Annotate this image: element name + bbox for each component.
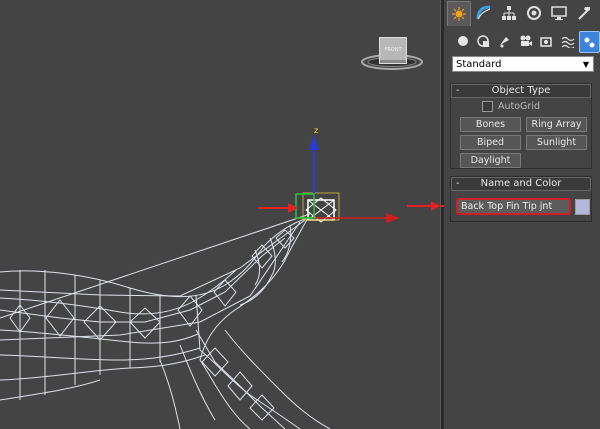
fish-wireframe [0,213,331,429]
viewcube-label: FRONT [384,47,402,53]
geometry-icon[interactable] [453,31,472,51]
name-and-color-title: Name and Color [480,178,562,189]
shapes-icon[interactable] [474,31,493,51]
annotation-arrow-viewport [258,203,298,213]
object-color-swatch[interactable] [575,199,590,215]
object-type-header[interactable]: - Object Type [451,84,591,98]
hierarchy-icon[interactable] [498,1,520,25]
category-dropdown-value: Standard [456,59,502,70]
collapse-icon[interactable]: - [456,85,460,97]
object-type-rollout: - Object Type AutoGrid Bones Ring Array … [450,83,592,169]
ring-array-button[interactable]: Ring Array [526,117,587,132]
create-icon[interactable] [447,1,471,26]
lights-icon[interactable] [495,31,514,51]
wireframe-canvas [0,54,440,429]
bones-button[interactable]: Bones [460,117,521,132]
modify-icon[interactable] [473,1,495,25]
utilities-icon[interactable] [573,1,595,25]
sunlight-button[interactable]: Sunlight [526,135,587,150]
viewport-front[interactable]: FRONT z [0,0,440,429]
spacewarps-icon[interactable] [558,31,577,51]
biped-button[interactable]: Biped [460,135,521,150]
category-dropdown[interactable]: Standard ▼ [452,56,594,72]
daylight-button[interactable]: Daylight [460,153,521,168]
x-axis-arrow[interactable] [386,213,400,223]
helpers-icon[interactable] [537,31,556,51]
motion-icon[interactable] [523,1,545,25]
autogrid-checkbox[interactable] [482,101,493,112]
transform-gizmo[interactable] [295,135,400,223]
autogrid-label: AutoGrid [498,101,540,112]
object-name-field[interactable]: Back Top Fin Tip jnt [456,198,571,215]
annotation-arrow-to-field [407,201,440,211]
z-axis-arrow[interactable] [309,135,319,150]
systems-icon[interactable] [579,31,600,53]
command-panel-tabs [444,0,600,28]
chevron-down-icon[interactable]: ▼ [583,57,589,73]
create-categories [444,31,600,53]
collapse-icon[interactable]: - [456,178,460,190]
object-type-title: Object Type [491,85,551,96]
display-icon[interactable] [548,1,570,25]
viewcube[interactable]: FRONT [379,37,407,64]
gizmo-axis-label: z [314,126,319,135]
command-panel: Standard ▼ - Object Type AutoGrid Bones … [444,0,600,429]
cameras-icon[interactable] [516,31,535,51]
name-and-color-header[interactable]: - Name and Color [451,177,591,191]
